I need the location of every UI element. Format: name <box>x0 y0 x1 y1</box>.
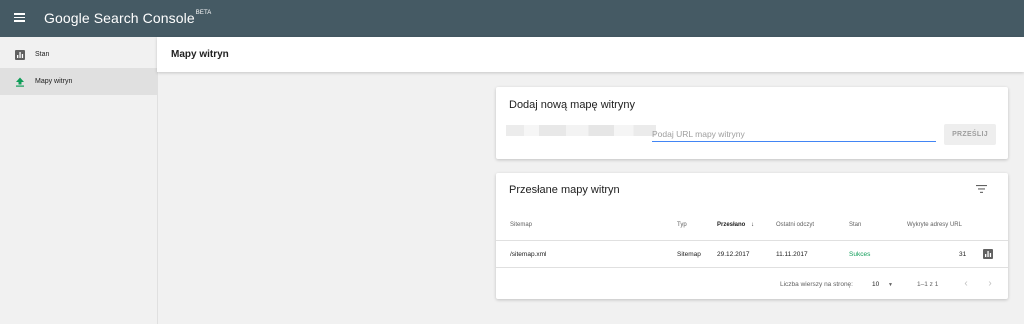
brand-name[interactable]: Google Search Console <box>44 10 195 26</box>
column-header-discovered-urls[interactable]: Wykryte adresy URL <box>907 222 962 228</box>
column-header-status[interactable]: Stan <box>849 222 861 228</box>
sidebar: Stan Mapy witryn <box>0 37 158 324</box>
sidebar-item-label: Mapy witryn <box>35 78 73 85</box>
cell-status: Sukces <box>849 251 871 258</box>
column-header-last-read[interactable]: Ostatni odczyt <box>776 222 814 228</box>
submitted-sitemaps-card: Przesłane mapy witryn Sitemap Typ Przesł… <box>496 173 1008 299</box>
pagination-range: 1–1 z 1 <box>917 281 939 288</box>
top-app-bar: Google Search ConsoleBETA <box>0 0 1024 37</box>
upload-icon <box>16 77 24 87</box>
beta-badge: BETA <box>195 10 212 17</box>
submit-button[interactable]: PRZEŚLIJ <box>944 124 996 145</box>
column-header-type[interactable]: Typ <box>677 222 687 228</box>
cell-type: Sitemap <box>677 251 701 258</box>
sidebar-item-stan[interactable]: Stan <box>0 41 157 68</box>
cell-last-read: 11.11.2017 <box>776 251 808 258</box>
add-sitemap-card: Dodaj nową mapę witryny PRZEŚLIJ <box>496 87 1008 159</box>
bar-chart-icon[interactable] <box>983 249 993 259</box>
sitemap-url-input[interactable] <box>652 127 936 142</box>
site-url-prefix-redacted <box>506 125 656 136</box>
cell-sitemap: /sitemap.xml <box>510 251 547 258</box>
card-title: Dodaj nową mapę witryny <box>509 99 635 111</box>
filter-icon[interactable] <box>976 185 987 193</box>
arrow-down-icon: ↓ <box>751 222 755 228</box>
column-header-label: Przesłano <box>717 222 746 228</box>
menu-icon[interactable] <box>14 13 25 22</box>
dropdown-arrow-icon: ▼ <box>888 282 893 288</box>
chevron-right-icon[interactable]: › <box>985 278 995 290</box>
rows-per-page-select[interactable]: 10 ▼ <box>872 281 893 288</box>
chevron-left-icon[interactable]: ‹ <box>961 278 971 290</box>
page-title: Mapy witryn <box>171 49 229 60</box>
sidebar-item-label: Stan <box>35 51 50 58</box>
column-header-submitted[interactable]: Przesłano ↓ <box>717 222 754 228</box>
app-title[interactable]: Google Search ConsoleBETA <box>44 10 211 26</box>
rows-per-page-value: 10 <box>872 281 880 288</box>
cell-discovered-urls: 31 <box>959 251 967 258</box>
sidebar-item-mapy-witryn[interactable]: Mapy witryn <box>0 68 157 95</box>
page-header: Mapy witryn <box>157 37 1024 72</box>
cell-submitted: 29.12.2017 <box>717 251 750 258</box>
bar-chart-icon <box>15 49 25 60</box>
table-row[interactable]: /sitemap.xml Sitemap 29.12.2017 11.11.20… <box>496 240 1008 268</box>
card-title: Przesłane mapy witryn <box>509 184 620 196</box>
column-header-sitemap[interactable]: Sitemap <box>510 222 532 228</box>
rows-per-page-label: Liczba wierszy na stronę: <box>780 281 853 288</box>
